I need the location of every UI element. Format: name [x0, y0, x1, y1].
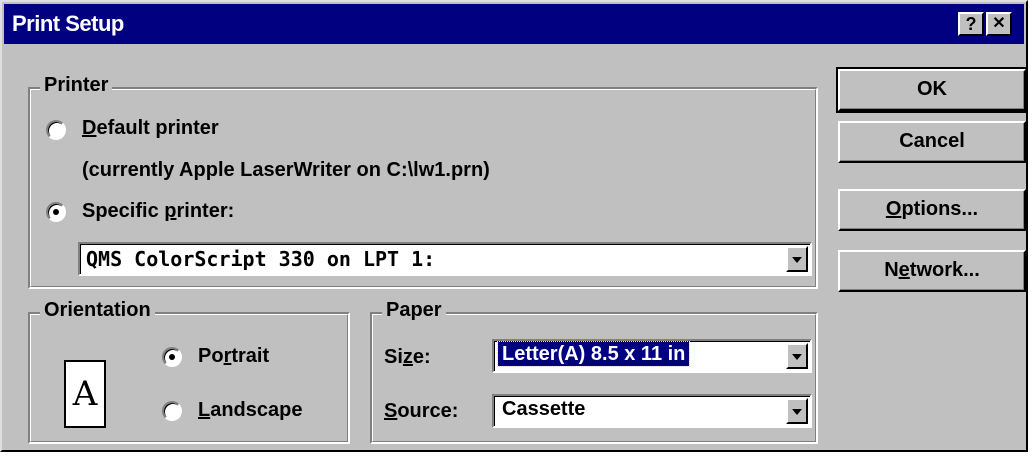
options-button[interactable]: Options...	[838, 189, 1026, 231]
chevron-down-icon[interactable]	[786, 343, 808, 369]
paper-group-label: Paper	[382, 299, 446, 322]
close-icon: ✕	[992, 15, 1006, 32]
specific-printer-value: QMS ColorScript 330 on LPT 1:	[86, 247, 436, 271]
help-button[interactable]: ?	[958, 12, 984, 36]
cancel-button[interactable]: Cancel	[838, 121, 1026, 163]
specific-printer-label[interactable]: Specific printer:	[82, 200, 234, 223]
window-title: Print Setup	[12, 11, 124, 36]
default-printer-radio[interactable]	[46, 120, 66, 140]
close-button[interactable]: ✕	[986, 12, 1012, 36]
orientation-group-label: Orientation	[40, 299, 155, 322]
title-bar[interactable]: Print Setup ? ✕	[4, 4, 1024, 44]
printer-group-label: Printer	[40, 74, 113, 97]
paper-source-value: Cassette	[502, 398, 586, 420]
specific-printer-radio[interactable]	[46, 202, 66, 222]
radio-dot	[169, 354, 175, 360]
portrait-page-icon: A	[64, 360, 106, 428]
source-label: Source:	[384, 400, 459, 422]
paper-source-select[interactable]: Cassette	[492, 394, 812, 428]
size-label: Size:	[384, 346, 431, 368]
chevron-down-icon[interactable]	[786, 246, 808, 272]
portrait-radio[interactable]	[162, 347, 182, 367]
radio-dot	[53, 209, 59, 215]
landscape-label[interactable]: Landscape	[198, 399, 302, 422]
print-setup-dialog: Print Setup ? ✕ Printer Default printer …	[0, 0, 1028, 452]
specific-printer-select[interactable]: QMS ColorScript 330 on LPT 1:	[78, 242, 812, 276]
landscape-radio[interactable]	[162, 401, 182, 421]
default-printer-label[interactable]: Default printer	[82, 117, 219, 140]
chevron-down-icon[interactable]	[786, 398, 808, 424]
paper-size-select[interactable]: Letter(A) 8.5 x 11 in	[492, 339, 812, 373]
current-printer-text: (currently Apple LaserWriter on C:\lw1.p…	[82, 159, 490, 181]
network-button[interactable]: Network...	[838, 250, 1026, 292]
portrait-label[interactable]: Portrait	[198, 345, 269, 368]
ok-button[interactable]: OK	[836, 67, 1028, 113]
paper-size-value: Letter(A) 8.5 x 11 in	[496, 341, 691, 367]
